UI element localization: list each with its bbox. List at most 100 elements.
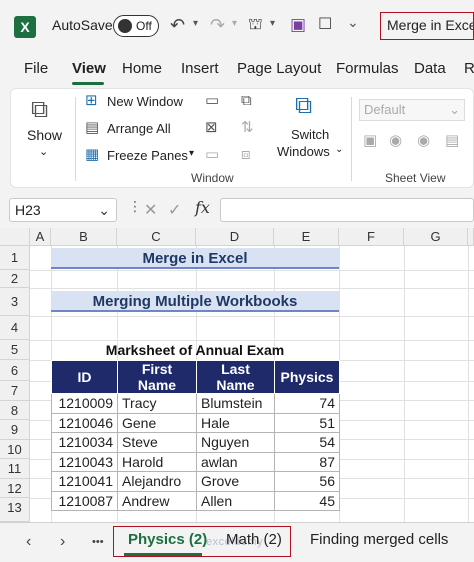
- exit-view-icon[interactable]: ◉: [389, 133, 402, 149]
- column-header-f[interactable]: F: [339, 228, 404, 246]
- tab-view[interactable]: View: [72, 60, 106, 77]
- row-header-4[interactable]: 4: [0, 316, 30, 340]
- save-icon[interactable]: ▣: [290, 14, 306, 36]
- show-button[interactable]: ⧉ Show ⌄: [19, 93, 69, 163]
- header-id[interactable]: ID: [51, 360, 118, 394]
- tab-page-layout[interactable]: Page Layout: [237, 60, 321, 77]
- row-header-5[interactable]: 5: [0, 340, 30, 360]
- view-side-by-side-icon[interactable]: ⧉: [241, 93, 252, 109]
- autosave-toggle[interactable]: Off: [113, 15, 159, 37]
- cell-id[interactable]: 1210034: [51, 432, 118, 453]
- cell-first-name[interactable]: Steve: [117, 432, 197, 453]
- table-title[interactable]: Marksheet of Annual Exam: [51, 340, 339, 360]
- cell-physics[interactable]: 45: [274, 490, 340, 511]
- cell-first-name[interactable]: Tracy: [117, 393, 197, 414]
- freeze-panes-dropdown-icon[interactable]: ▾: [189, 148, 194, 159]
- new-view-icon[interactable]: ◉: [417, 133, 430, 149]
- select-all-corner[interactable]: [0, 228, 30, 246]
- more-sheets-icon[interactable]: •••: [92, 536, 104, 548]
- split-icon[interactable]: ▭: [205, 93, 219, 109]
- quick-access-dropdown-icon[interactable]: ▾: [270, 18, 275, 29]
- undo-dropdown-icon[interactable]: ▾: [193, 18, 198, 29]
- header-last-name[interactable]: Last Name: [196, 360, 275, 394]
- tab-review-partial[interactable]: R: [464, 60, 474, 77]
- sheet-tab-finding-merged-cells[interactable]: Finding merged cells: [310, 531, 448, 548]
- row-header-7[interactable]: 7: [0, 381, 30, 401]
- reset-window-position-icon[interactable]: ⧈: [241, 147, 251, 163]
- row-header-13[interactable]: 13: [0, 498, 30, 522]
- tab-data[interactable]: Data: [414, 60, 446, 77]
- keep-view-icon[interactable]: ▣: [363, 133, 377, 149]
- row-header-1[interactable]: 1: [0, 246, 30, 270]
- formula-input[interactable]: [220, 198, 474, 222]
- column-header-b[interactable]: B: [51, 228, 117, 246]
- redo-dropdown-icon[interactable]: ▾: [232, 18, 237, 29]
- insert-function-icon[interactable]: fx: [195, 198, 210, 217]
- cell-physics[interactable]: 56: [274, 471, 340, 492]
- tab-file[interactable]: File: [24, 60, 48, 77]
- cell-first-name[interactable]: Alejandro: [117, 471, 197, 492]
- enter-icon[interactable]: ✓: [168, 200, 181, 220]
- tab-insert[interactable]: Insert: [181, 60, 219, 77]
- cell-last-name[interactable]: Grove: [196, 471, 275, 492]
- cell-physics[interactable]: 74: [274, 393, 340, 414]
- cell-id[interactable]: 1210043: [51, 451, 118, 472]
- column-header-d[interactable]: D: [196, 228, 274, 246]
- cell-id[interactable]: 1210046: [51, 412, 118, 433]
- cell-last-name[interactable]: Allen: [196, 490, 275, 511]
- new-window-button[interactable]: New Window: [107, 94, 183, 109]
- sheet-title-banner[interactable]: Merge in Excel: [51, 248, 339, 269]
- cell-first-name[interactable]: Gene: [117, 412, 197, 433]
- row-header-6[interactable]: 6: [0, 360, 30, 381]
- cell-last-name[interactable]: Blumstein: [196, 393, 275, 414]
- cell-id[interactable]: 1210009: [51, 393, 118, 414]
- row-header-12[interactable]: 12: [0, 478, 30, 498]
- cell-id[interactable]: 1210087: [51, 490, 118, 511]
- synchronous-scrolling-icon[interactable]: ⇅: [241, 120, 254, 136]
- name-box[interactable]: H23 ⌄: [9, 198, 117, 222]
- row-header-9[interactable]: 9: [0, 420, 30, 440]
- row-header-8[interactable]: 8: [0, 400, 30, 420]
- cell-first-name[interactable]: Harold: [117, 451, 197, 472]
- row-header-2[interactable]: 2: [0, 270, 30, 288]
- column-header-h-partial[interactable]: [468, 228, 474, 246]
- row-header-11[interactable]: 11: [0, 459, 30, 479]
- quick-access-icon[interactable]: ⛫: [248, 14, 263, 36]
- row-header-10[interactable]: 10: [0, 439, 30, 459]
- cell-id[interactable]: 1210041: [51, 471, 118, 492]
- column-header-a[interactable]: A: [30, 228, 51, 246]
- cell-physics[interactable]: 51: [274, 412, 340, 433]
- freeze-panes-button[interactable]: Freeze Panes: [107, 148, 188, 163]
- next-sheet-icon[interactable]: ›: [60, 533, 65, 551]
- column-header-g[interactable]: G: [404, 228, 468, 246]
- sheet-subtitle-banner[interactable]: Merging Multiple Workbooks: [51, 291, 339, 312]
- prev-sheet-icon[interactable]: ‹: [26, 533, 31, 551]
- tab-home[interactable]: Home: [122, 60, 162, 77]
- worksheet-grid[interactable]: A B C D E F G 1 2 3 4 5 6 7 8 9 10 11 12…: [0, 228, 474, 522]
- switch-windows-button[interactable]: ⧉ Switch Windows ⌄: [273, 91, 343, 163]
- redo-icon[interactable]: ↷: [210, 14, 225, 36]
- chevron-down-icon: ⌄: [98, 202, 110, 218]
- undo-icon[interactable]: ↶: [170, 14, 185, 36]
- sheet-view-select[interactable]: Default ⌄: [359, 99, 465, 121]
- cell-last-name[interactable]: Hale: [196, 412, 275, 433]
- tab-formulas[interactable]: Formulas: [336, 60, 399, 77]
- cancel-icon[interactable]: ✕: [144, 200, 157, 220]
- cell-first-name[interactable]: Andrew: [117, 490, 197, 511]
- options-view-icon[interactable]: ▤: [445, 133, 459, 149]
- unhide-icon[interactable]: ▭: [205, 147, 219, 163]
- header-physics[interactable]: Physics: [274, 360, 340, 394]
- cell-physics[interactable]: 87: [274, 451, 340, 472]
- gridline: [468, 246, 469, 522]
- header-first-name[interactable]: First Name: [117, 360, 197, 394]
- column-header-e[interactable]: E: [274, 228, 339, 246]
- column-header-c[interactable]: C: [117, 228, 196, 246]
- row-header-3[interactable]: 3: [0, 288, 30, 316]
- cell-last-name[interactable]: Nguyen: [196, 432, 275, 453]
- touch-mode-icon[interactable]: ☐: [318, 14, 332, 36]
- customize-toolbar-icon[interactable]: ⌄: [347, 14, 359, 31]
- cell-physics[interactable]: 54: [274, 432, 340, 453]
- cell-last-name[interactable]: awlan: [196, 451, 275, 472]
- hide-icon[interactable]: ⊠: [205, 120, 218, 136]
- arrange-all-button[interactable]: Arrange All: [107, 121, 171, 136]
